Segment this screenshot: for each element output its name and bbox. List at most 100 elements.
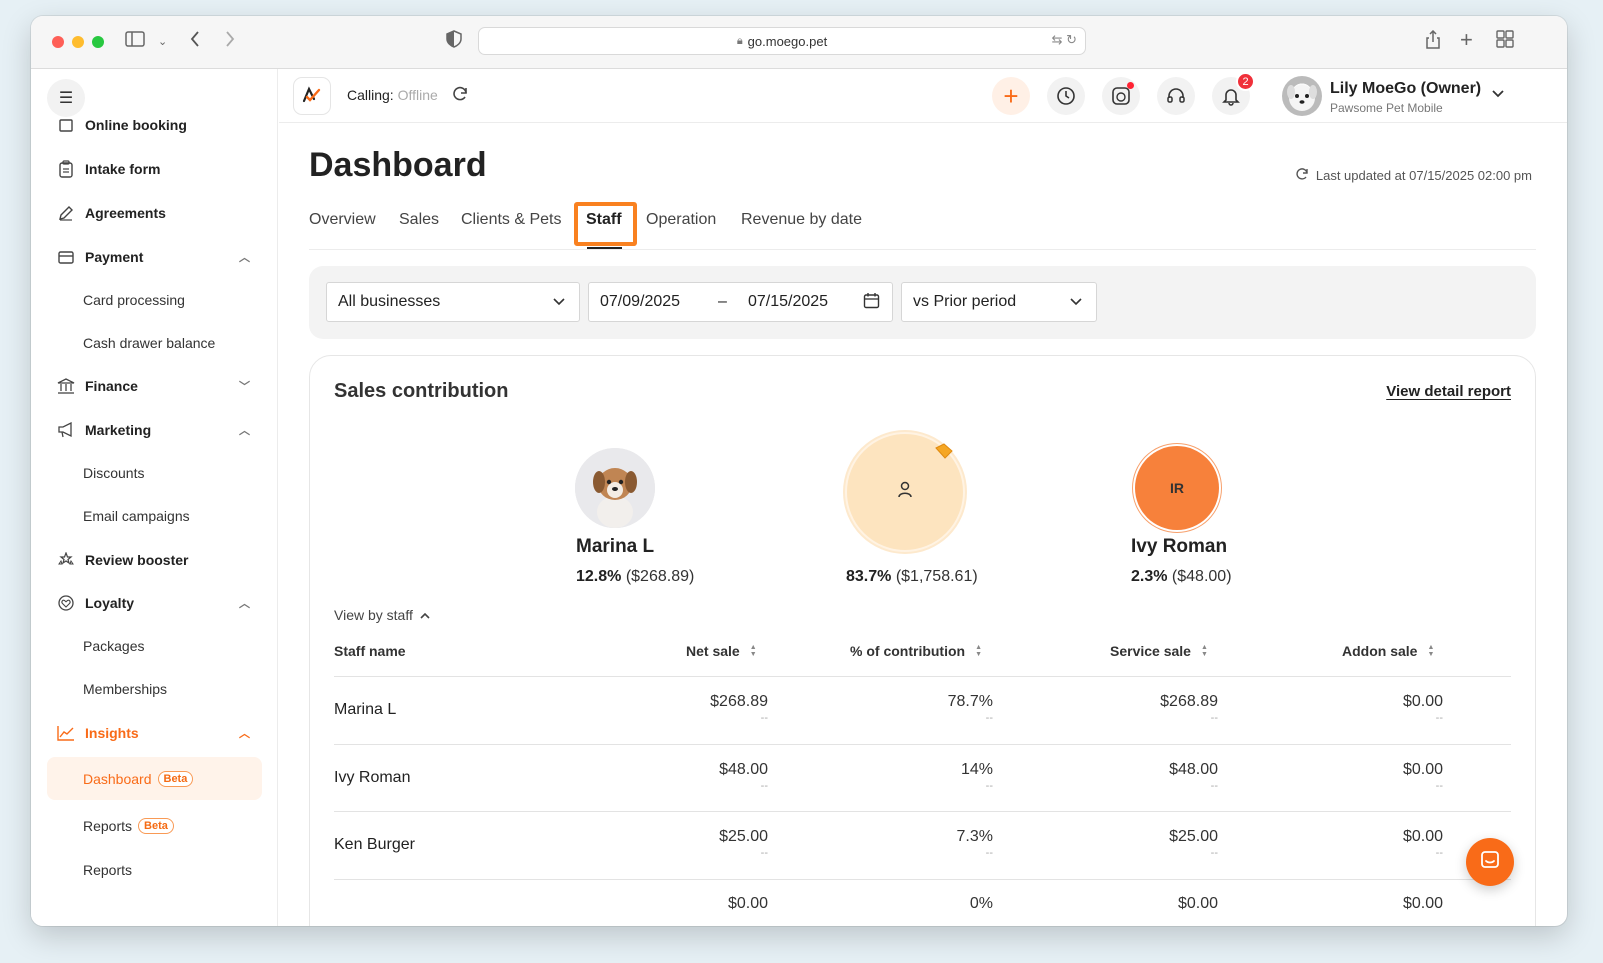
chevron-down-icon[interactable]: [1491, 87, 1505, 102]
cell-contribution-compare: --: [985, 847, 993, 859]
contribution-percent: 83.7%: [846, 568, 892, 585]
add-button[interactable]: +: [992, 77, 1030, 115]
tab-bar: Overview Sales Clients & Pets Staff Oper…: [309, 202, 1536, 250]
sidebar-item-label: Review booster: [85, 552, 189, 568]
last-updated: Last updated at 07/15/2025 02:00 pm: [1294, 166, 1532, 185]
date-start[interactable]: 07/09/2025: [600, 293, 680, 311]
sort-icon[interactable]: ▲ ▼: [750, 644, 757, 658]
refresh-icon[interactable]: [451, 85, 469, 108]
sidebar-item-packages[interactable]: Packages: [47, 628, 262, 664]
lock-icon: 🔒︎: [736, 34, 743, 47]
bell-icon[interactable]: 2: [1212, 72, 1255, 115]
chevron-down-icon[interactable]: ⌄: [158, 30, 167, 54]
shield-icon[interactable]: [446, 30, 462, 54]
column-header-addon-sale[interactable]: Addon sale ▲ ▼: [1342, 643, 1434, 659]
share-icon[interactable]: [1425, 29, 1441, 56]
tab-overview[interactable]: Overview: [309, 211, 376, 229]
clock-icon[interactable]: [1047, 77, 1085, 115]
tab-overview-icon[interactable]: [1496, 30, 1514, 54]
column-header-label: Addon sale: [1342, 643, 1418, 659]
sidebar-item-label: Memberships: [83, 681, 168, 697]
close-window-button[interactable]: [52, 36, 64, 48]
cell-staff-name: Marina L: [334, 701, 397, 718]
url-text: go.moego.pet: [747, 33, 828, 49]
sort-icon[interactable]: ▲ ▼: [975, 644, 982, 658]
refresh-icon[interactable]: [1294, 166, 1310, 185]
cell-addon-sale: $0.00: [1402, 895, 1443, 912]
sidebar-item-intake-form[interactable]: Intake form: [47, 151, 262, 187]
cell-addon-sale-compare: --: [1435, 847, 1443, 859]
translate-reload-icon[interactable]: ⇆ ↻: [1052, 32, 1077, 48]
table-divider: [334, 811, 1511, 812]
sidebar-item-email-campaigns[interactable]: Email campaigns: [47, 498, 262, 534]
chevron-up-icon: [419, 607, 431, 623]
online-booking-icon: [57, 116, 75, 134]
sidebar-item-discounts[interactable]: Discounts: [47, 455, 262, 491]
business-select[interactable]: All businesses: [326, 282, 580, 322]
cell-contribution: 7.3%: [956, 828, 993, 845]
sidebar-item-reports-beta[interactable]: Reports Beta: [47, 806, 262, 846]
sidebar-item-card-processing[interactable]: Card processing: [47, 282, 262, 318]
sidebar-item-loyalty[interactable]: Loyalty ︿: [47, 585, 262, 621]
clipboard-icon: [57, 160, 75, 178]
date-range-picker[interactable]: 07/09/2025 – 07/15/2025: [588, 282, 893, 322]
sidebar-item-online-booking[interactable]: Online booking: [47, 107, 262, 143]
sidebar-item-label: Finance: [85, 378, 138, 394]
user-name[interactable]: Lily MoeGo (Owner): [1330, 80, 1481, 98]
calendar-icon[interactable]: [863, 292, 880, 312]
main-content: Dashboard Last updated at 07/15/2025 02:…: [279, 124, 1567, 926]
sidebar-item-cash-drawer-balance[interactable]: Cash drawer balance: [47, 325, 262, 361]
column-header-contribution[interactable]: % of contribution ▲ ▼: [850, 643, 982, 659]
sidebar-item-dashboard[interactable]: Dashboard Beta: [47, 757, 262, 800]
compare-select[interactable]: vs Prior period: [901, 282, 1097, 322]
sidebar-item-reports[interactable]: Reports: [47, 852, 262, 888]
chat-icon: [1479, 849, 1501, 876]
sidebar-item-review-booster[interactable]: Review booster: [47, 542, 262, 578]
chevron-up-icon: ︿: [239, 728, 250, 740]
new-tab-icon[interactable]: +: [1460, 28, 1473, 52]
sidebar-item-memberships[interactable]: Memberships: [47, 671, 262, 707]
sidebar-item-label: Reports: [83, 818, 133, 834]
tab-clients-pets[interactable]: Clients & Pets: [461, 211, 561, 229]
forward-icon[interactable]: [224, 30, 236, 54]
cell-staff-name: Ken Burger: [334, 836, 415, 853]
business-name[interactable]: Pawsome Pet Mobile: [1330, 101, 1443, 115]
minimize-window-button[interactable]: [72, 36, 84, 48]
sidebar-item-insights[interactable]: Insights ︿: [47, 715, 262, 751]
sidebar-item-agreements[interactable]: Agreements: [47, 195, 262, 231]
avatar-initials: IR: [1170, 480, 1184, 496]
tab-operation[interactable]: Operation: [646, 211, 716, 229]
zoom-window-button[interactable]: [92, 36, 104, 48]
headset-icon[interactable]: [1157, 77, 1195, 115]
view-by-staff-toggle[interactable]: View by staff: [334, 607, 431, 623]
avatar[interactable]: [1282, 76, 1322, 116]
pet-updates-icon[interactable]: [1102, 77, 1140, 115]
cell-addon-sale: $0.00: [1402, 693, 1443, 710]
date-end[interactable]: 07/15/2025: [748, 293, 828, 311]
view-detail-report-link[interactable]: View detail report: [1386, 383, 1511, 400]
sidebar-item-label: Packages: [83, 638, 145, 654]
column-header-net-sale[interactable]: Net sale ▲ ▼: [686, 643, 757, 659]
sort-icon[interactable]: ▲ ▼: [1201, 644, 1208, 658]
tab-sales[interactable]: Sales: [399, 211, 439, 229]
sort-icon[interactable]: ▲ ▼: [1427, 644, 1434, 658]
column-header-service-sale[interactable]: Service sale ▲ ▼: [1110, 643, 1208, 659]
address-bar[interactable]: 🔒︎ go.moego.pet ⇆ ↻: [478, 27, 1086, 55]
sidebar-item-marketing[interactable]: Marketing ︿: [47, 412, 262, 448]
app-logo[interactable]: [293, 77, 331, 115]
cell-contribution-compare: --: [985, 780, 993, 792]
back-icon[interactable]: [189, 30, 201, 54]
chart-line-icon: [57, 724, 75, 742]
business-select-value: All businesses: [338, 293, 441, 310]
sidebar-item-finance[interactable]: Finance ﹀: [47, 368, 262, 404]
sidebar-item-payment[interactable]: Payment ︿: [47, 239, 262, 275]
app-header: Calling: Offline + 2 Lily MoeGo (Owner) …: [279, 69, 1567, 123]
sidebar-toggle-icon[interactable]: [125, 30, 145, 54]
tab-revenue-by-date[interactable]: Revenue by date: [741, 211, 862, 229]
cell-contribution: 0%: [969, 895, 993, 912]
page-title: Dashboard: [309, 146, 487, 184]
megaphone-icon: [57, 421, 75, 439]
sidebar-item-label: Agreements: [85, 205, 166, 221]
chat-support-button[interactable]: [1466, 838, 1514, 886]
chevron-up-icon: ︿: [239, 425, 250, 437]
